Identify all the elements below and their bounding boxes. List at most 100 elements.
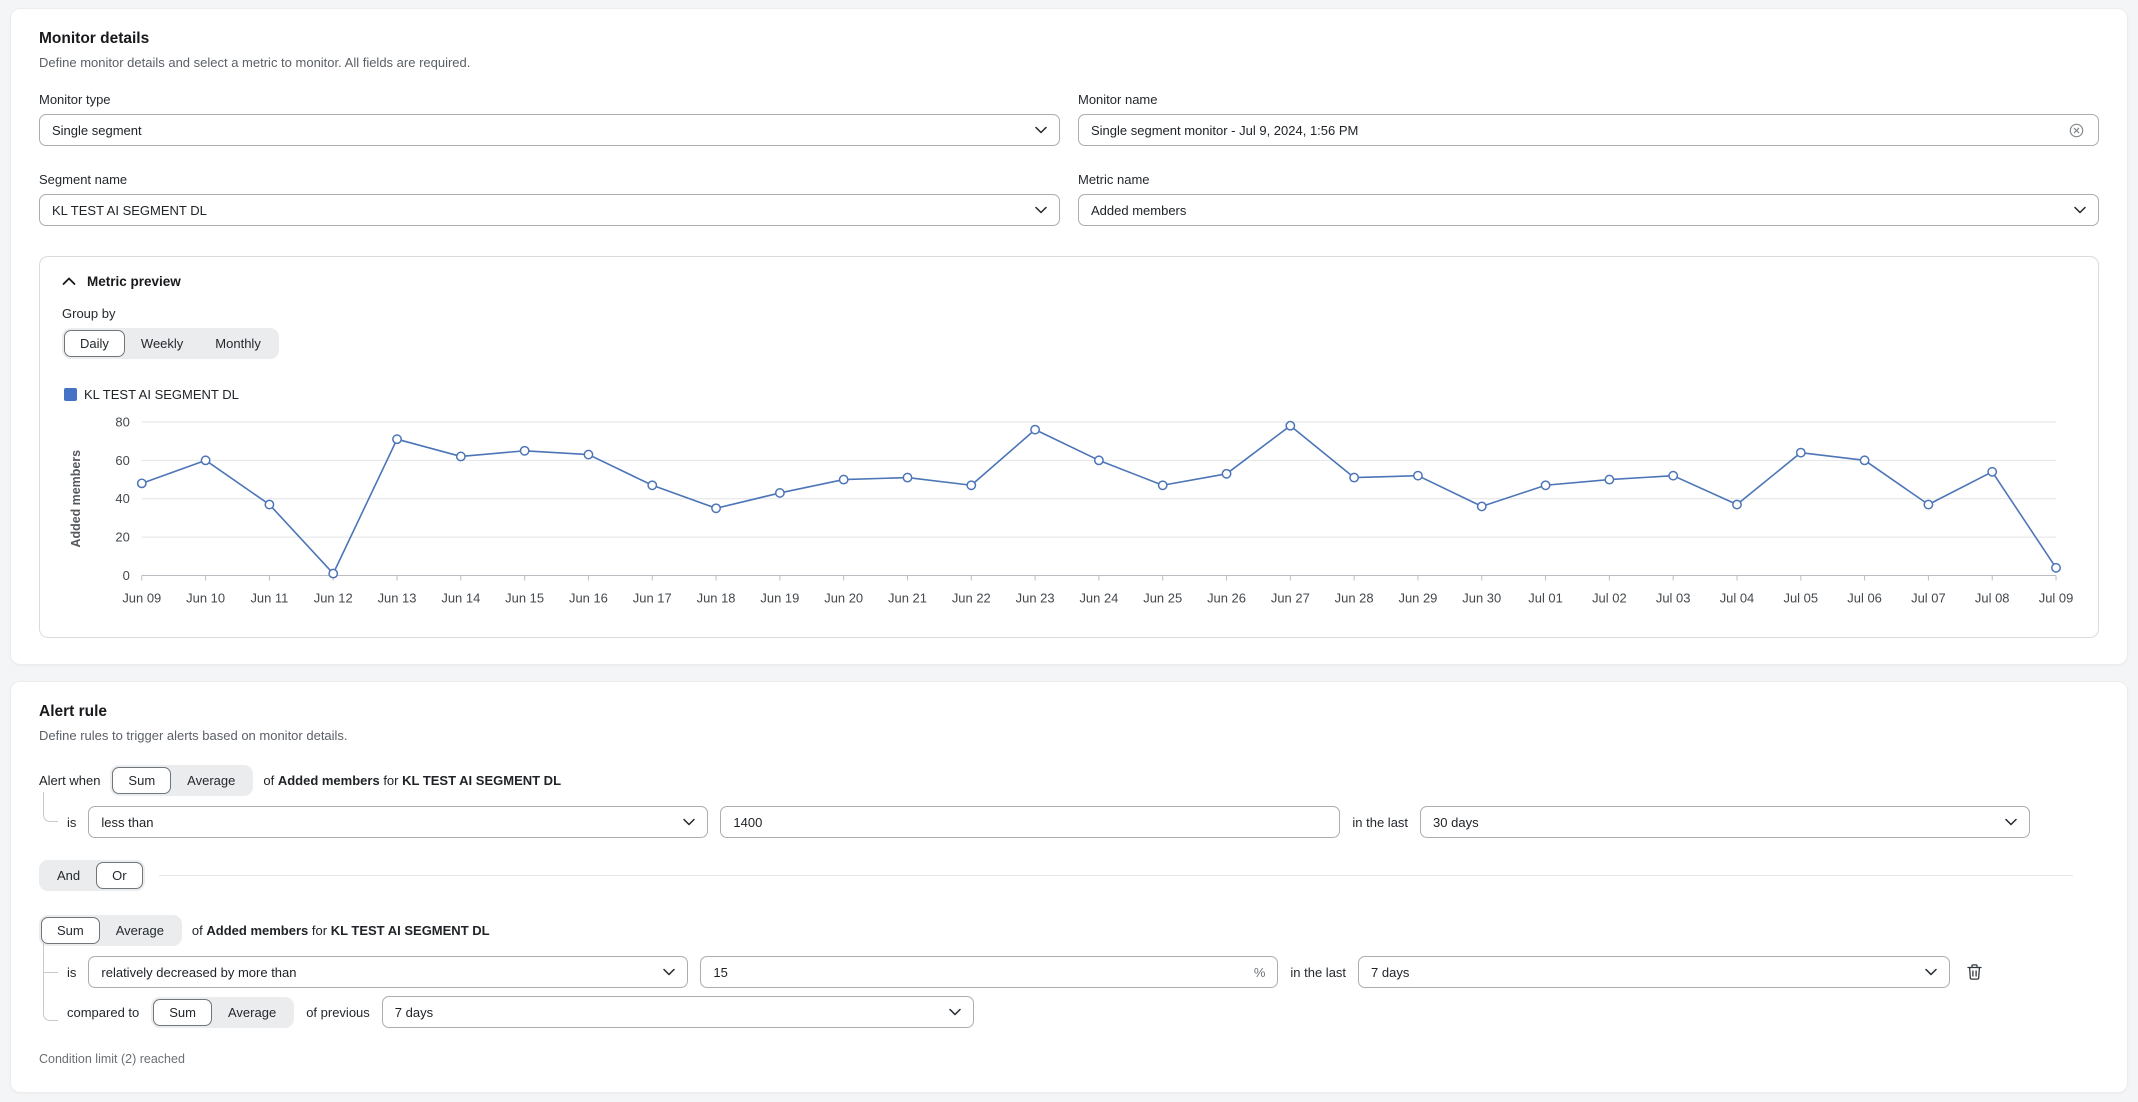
svg-text:Jun 25: Jun 25 — [1143, 590, 1182, 605]
monitor-type-field: Monitor type Single segment — [39, 92, 1060, 146]
chevron-down-icon — [949, 1008, 961, 1016]
condition-1-average-button[interactable]: Average — [171, 767, 251, 794]
segment-name-select[interactable]: KL TEST AI SEGMENT DL — [39, 194, 1060, 226]
svg-text:Jul 03: Jul 03 — [1656, 590, 1691, 605]
monitor-name-input[interactable]: Single segment monitor - Jul 9, 2024, 1:… — [1078, 114, 2099, 146]
condition-1: Alert when Sum Average of Added members … — [39, 765, 2099, 838]
chevron-down-icon — [1925, 968, 1937, 976]
logic-and-button[interactable]: And — [41, 862, 96, 889]
condition-limit-note: Condition limit (2) reached — [39, 1052, 2099, 1066]
condition-2-agg-toggle: Sum Average — [39, 915, 182, 946]
monitor-details-card: Monitor details Define monitor details a… — [10, 8, 2128, 665]
condition-2-operator-select[interactable]: relatively decreased by more than — [88, 956, 688, 988]
in-the-last-label: in the last — [1352, 815, 1408, 830]
metric-preview-panel: Metric preview Group by Daily Weekly Mon… — [39, 256, 2099, 638]
condition-2-threshold-input[interactable]: 15 % — [700, 956, 1278, 988]
svg-text:Jun 20: Jun 20 — [824, 590, 863, 605]
in-the-last-label: in the last — [1290, 965, 1346, 980]
svg-text:0: 0 — [123, 568, 130, 583]
condition-1-threshold-input[interactable]: 1400 — [720, 806, 1340, 838]
svg-text:Jul 08: Jul 08 — [1975, 590, 2010, 605]
svg-text:Jun 11: Jun 11 — [250, 590, 288, 605]
alert-rule-card: Alert rule Define rules to trigger alert… — [10, 681, 2128, 1093]
metric-name-select[interactable]: Added members — [1078, 194, 2099, 226]
chevron-down-icon — [683, 818, 695, 826]
monitor-details-subtitle: Define monitor details and select a metr… — [39, 55, 2099, 70]
condition-1-sentence: of Added members for KL TEST AI SEGMENT … — [263, 773, 561, 788]
logic-or-button[interactable]: Or — [96, 862, 142, 889]
alert-rule-subtitle: Define rules to trigger alerts based on … — [39, 728, 2099, 743]
svg-text:Jul 06: Jul 06 — [1847, 590, 1882, 605]
group-by-daily-button[interactable]: Daily — [64, 330, 125, 357]
svg-text:40: 40 — [115, 491, 129, 506]
metric-preview-title: Metric preview — [87, 274, 181, 289]
group-by-weekly-button[interactable]: Weekly — [125, 330, 199, 357]
svg-text:Jul 04: Jul 04 — [1720, 590, 1755, 605]
clear-circle-x-icon — [2069, 123, 2084, 138]
is-label: is — [67, 815, 76, 830]
compare-sum-button[interactable]: Sum — [153, 999, 212, 1026]
condition-2-segment: KL TEST AI SEGMENT DL — [331, 923, 490, 938]
condition-2-sentence: of Added members for KL TEST AI SEGMENT … — [192, 923, 490, 938]
tree-connector — [43, 792, 58, 822]
logic-toggle: And Or — [39, 860, 145, 891]
chart-legend: KL TEST AI SEGMENT DL — [64, 387, 2076, 402]
condition-2: Sum Average of Added members for KL TEST… — [39, 915, 2099, 1028]
svg-text:Jun 29: Jun 29 — [1398, 590, 1437, 605]
svg-text:Jun 16: Jun 16 — [569, 590, 608, 605]
svg-text:Jul 07: Jul 07 — [1911, 590, 1946, 605]
is-label: is — [67, 965, 76, 980]
trash-icon — [1966, 963, 1983, 981]
condition-2-window-select[interactable]: 7 days — [1358, 956, 1950, 988]
tree-connector-stub — [44, 972, 58, 973]
chevron-down-icon — [1035, 206, 1047, 214]
svg-text:Jun 30: Jun 30 — [1462, 590, 1501, 605]
svg-text:Jun 14: Jun 14 — [441, 590, 480, 605]
chevron-down-icon — [2074, 206, 2086, 214]
svg-text:Jul 05: Jul 05 — [1784, 590, 1819, 605]
svg-text:60: 60 — [115, 453, 129, 468]
monitor-type-label: Monitor type — [39, 92, 1060, 107]
svg-text:Jun 17: Jun 17 — [633, 590, 672, 605]
svg-text:Jun 26: Jun 26 — [1207, 590, 1246, 605]
svg-text:Jun 18: Jun 18 — [697, 590, 736, 605]
condition-1-segment: KL TEST AI SEGMENT DL — [402, 773, 561, 788]
segment-name-field: Segment name KL TEST AI SEGMENT DL — [39, 172, 1060, 226]
svg-text:Jun 21: Jun 21 — [888, 590, 927, 605]
clear-input-button[interactable] — [2067, 121, 2086, 140]
svg-text:Jun 12: Jun 12 — [314, 590, 353, 605]
metric-chart: 020406080Jun 09Jun 10Jun 11Jun 12Jun 13J… — [62, 408, 2076, 615]
condition-1-sum-button[interactable]: Sum — [112, 767, 171, 794]
monitor-name-label: Monitor name — [1078, 92, 2099, 107]
legend-label: KL TEST AI SEGMENT DL — [84, 387, 239, 402]
chevron-down-icon — [1035, 126, 1047, 134]
monitor-details-title: Monitor details — [39, 30, 2099, 48]
alert-when-label: Alert when — [39, 773, 100, 788]
condition-1-operator-select[interactable]: less than — [88, 806, 708, 838]
metric-preview-toggle[interactable]: Metric preview — [62, 274, 2076, 289]
delete-condition-button[interactable] — [1964, 961, 1985, 983]
compare-window-select[interactable]: 7 days — [382, 996, 974, 1028]
metric-name-field: Metric name Added members — [1078, 172, 2099, 226]
condition-2-sum-button[interactable]: Sum — [41, 917, 100, 944]
svg-text:Jun 19: Jun 19 — [760, 590, 799, 605]
compared-to-label: compared to — [67, 1005, 139, 1020]
chevron-up-icon — [62, 277, 76, 286]
svg-text:20: 20 — [115, 530, 129, 545]
group-by-label: Group by — [62, 306, 2076, 321]
condition-1-agg-toggle: Sum Average — [110, 765, 253, 796]
group-by-monthly-button[interactable]: Monthly — [199, 330, 277, 357]
condition-2-average-button[interactable]: Average — [100, 917, 180, 944]
condition-2-metric: Added members — [206, 923, 308, 938]
svg-text:Jul 02: Jul 02 — [1592, 590, 1627, 605]
alert-rule-title: Alert rule — [39, 703, 2099, 721]
condition-1-window-select[interactable]: 30 days — [1420, 806, 2030, 838]
svg-text:Added members: Added members — [69, 450, 83, 548]
svg-text:Jun 10: Jun 10 — [186, 590, 225, 605]
svg-text:Jul 09: Jul 09 — [2039, 590, 2074, 605]
of-previous-label: of previous — [306, 1005, 370, 1020]
compare-average-button[interactable]: Average — [212, 999, 292, 1026]
svg-text:Jun 28: Jun 28 — [1335, 590, 1374, 605]
svg-text:Jun 09: Jun 09 — [122, 590, 161, 605]
monitor-type-select[interactable]: Single segment — [39, 114, 1060, 146]
